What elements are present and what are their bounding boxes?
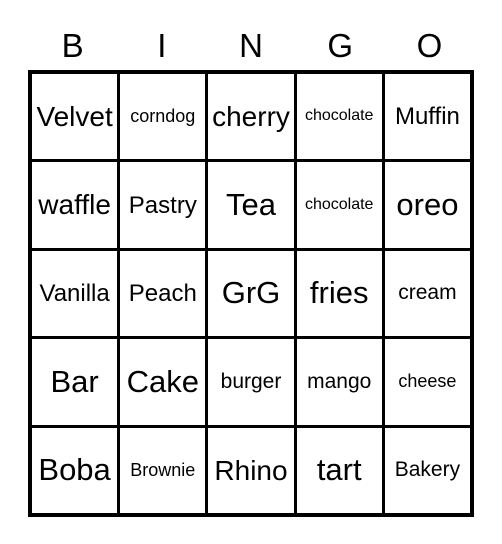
bingo-cell[interactable]: Brownie — [117, 427, 206, 514]
bingo-row: Vanilla Peach GrG fries cream — [32, 247, 471, 337]
bingo-cell[interactable]: waffle — [32, 162, 118, 248]
bingo-header-row: B I N G O — [28, 22, 474, 68]
bingo-cell[interactable]: fries — [293, 250, 382, 337]
bingo-row: Bar Cake burger mango cheese — [32, 336, 471, 425]
bingo-grid: Velvet corndog cherry chocolate Muffin w… — [28, 70, 474, 517]
bingo-cell[interactable]: Vanilla — [32, 250, 118, 337]
header-letter-n: N — [239, 26, 263, 64]
header-letter-i: I — [157, 26, 167, 64]
bingo-cell[interactable]: burger — [205, 339, 294, 425]
bingo-cell[interactable]: oreo — [381, 162, 471, 248]
bingo-cell[interactable]: Bakery — [381, 427, 471, 514]
bingo-cell-center[interactable]: GrG — [205, 250, 294, 337]
bingo-cell[interactable]: Boba — [32, 427, 118, 514]
bingo-row: Boba Brownie Rhino tart Bakery — [32, 424, 471, 514]
bingo-cell[interactable]: corndog — [117, 74, 206, 160]
header-letter-o: O — [416, 26, 443, 64]
bingo-row: waffle Pastry Tea chocolate oreo — [32, 159, 471, 248]
bingo-cell[interactable]: Pastry — [117, 162, 206, 248]
bingo-cell[interactable]: Cake — [117, 339, 206, 425]
header-letter-g: G — [327, 26, 354, 64]
bingo-cell[interactable]: cheese — [381, 339, 471, 425]
bingo-card: B I N G O Velvet corndog cherry chocolat… — [0, 0, 502, 544]
header-letter-b: B — [61, 26, 84, 64]
bingo-cell[interactable]: Bar — [32, 339, 118, 425]
bingo-cell[interactable]: Rhino — [205, 427, 294, 514]
bingo-cell[interactable]: cream — [381, 250, 471, 337]
bingo-cell[interactable]: Peach — [117, 250, 206, 337]
bingo-cell[interactable]: Velvet — [32, 74, 118, 160]
bingo-cell[interactable]: mango — [293, 339, 382, 425]
bingo-cell[interactable]: chocolate — [293, 162, 382, 248]
bingo-cell[interactable]: Muffin — [381, 74, 471, 160]
bingo-row: Velvet corndog cherry chocolate Muffin — [32, 74, 471, 160]
bingo-cell[interactable]: Tea — [205, 162, 294, 248]
bingo-cell[interactable]: chocolate — [293, 74, 382, 160]
bingo-cell[interactable]: cherry — [205, 74, 294, 160]
bingo-cell[interactable]: tart — [293, 427, 382, 514]
